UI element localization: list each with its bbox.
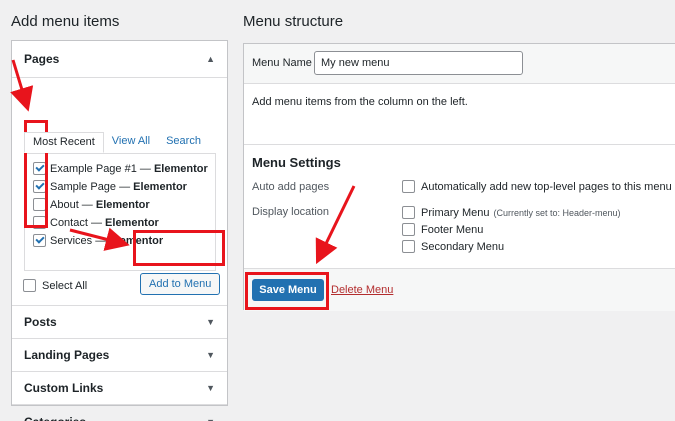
- add-to-menu-button[interactable]: Add to Menu: [140, 273, 221, 295]
- accordion-section-title: Custom Links: [24, 381, 104, 395]
- page-item-builder: Elementor: [133, 180, 187, 193]
- auto-add-pages-label: Auto add pages: [252, 181, 330, 193]
- pages-section-body: Most Recent View All Search Example Page…: [12, 78, 227, 306]
- accordion-section-title: Categories: [24, 415, 86, 421]
- menu-footer: Save Menu Delete Menu: [244, 268, 675, 311]
- collapse-arrow-icon[interactable]: ▲: [206, 54, 215, 64]
- display-location-label: Display location: [252, 206, 330, 218]
- page-item-checkbox[interactable]: [33, 162, 46, 175]
- menu-name-input[interactable]: [314, 51, 523, 75]
- auto-add-option[interactable]: Automatically add new top-level pages to…: [402, 180, 672, 193]
- page-item[interactable]: Contact — Elementor: [33, 216, 159, 229]
- menu-hint-text: Add menu items from the column on the le…: [252, 96, 468, 108]
- pages-tabs: Most Recent View All Search: [24, 132, 209, 153]
- pages-section-title: Pages: [24, 52, 60, 66]
- menu-settings-title: Menu Settings: [252, 155, 341, 170]
- expand-arrow-icon[interactable]: ▼: [206, 350, 215, 360]
- secondary-menu-label: Secondary Menu: [421, 240, 505, 253]
- page-item-label: About: [50, 198, 79, 211]
- secondary-menu-checkbox[interactable]: [402, 240, 415, 253]
- page-item-separator: —: [87, 216, 106, 229]
- tab-search[interactable]: Search: [158, 132, 209, 153]
- menu-name-label: Menu Name: [252, 57, 312, 69]
- page-item-label: Example Page #1: [50, 162, 137, 175]
- page-item-label: Services: [50, 234, 93, 247]
- expand-arrow-icon[interactable]: ▼: [206, 383, 215, 393]
- pages-section-header[interactable]: Pages ▲: [12, 41, 227, 78]
- page-item-checkbox[interactable]: [33, 180, 46, 193]
- page-item-builder: Elementor: [95, 198, 150, 211]
- footer-menu-checkbox[interactable]: [402, 223, 415, 236]
- accordion-section-header[interactable]: Landing Pages ▼: [12, 339, 227, 372]
- delete-menu-link[interactable]: Delete Menu: [331, 284, 393, 296]
- add-menu-items-heading: Add menu items: [11, 13, 120, 30]
- expand-arrow-icon[interactable]: ▼: [206, 417, 215, 421]
- add-menu-items-accordion: Pages ▲ Most Recent View All Search Exam…: [11, 40, 228, 421]
- footer-menu-label: Footer Menu: [421, 223, 484, 236]
- accordion-section-header[interactable]: Posts ▼: [12, 306, 227, 339]
- page-item-separator: —: [92, 234, 110, 247]
- page-item-label: Contact: [50, 216, 88, 229]
- primary-menu-checkbox[interactable]: [402, 206, 415, 219]
- select-all-label: Select All: [42, 279, 88, 292]
- page-item[interactable]: Services — Elementor: [33, 234, 163, 247]
- tab-view-all[interactable]: View All: [104, 132, 158, 153]
- page-item-builder: Elementor: [109, 234, 164, 247]
- auto-add-checkbox[interactable]: [402, 180, 415, 193]
- auto-add-option-label: Automatically add new top-level pages to…: [421, 180, 672, 193]
- location-primary-menu[interactable]: Primary Menu (Currently set to: Header-m…: [402, 206, 621, 219]
- page-item-separator: —: [78, 198, 96, 211]
- accordion-section-title: Posts: [24, 315, 57, 329]
- save-menu-button[interactable]: Save Menu: [252, 279, 324, 301]
- primary-menu-label: Primary Menu: [421, 206, 490, 219]
- page-item-checkbox[interactable]: [33, 198, 46, 211]
- location-footer-menu[interactable]: Footer Menu: [402, 223, 483, 236]
- select-all[interactable]: Select All: [23, 279, 87, 292]
- expand-arrow-icon[interactable]: ▼: [206, 317, 215, 327]
- primary-menu-note: (Currently set to: Header-menu): [493, 207, 621, 218]
- page-item[interactable]: Sample Page — Elementor: [33, 180, 187, 193]
- page-item[interactable]: About — Elementor: [33, 198, 150, 211]
- page-item-checkbox[interactable]: [33, 234, 46, 247]
- tab-most-recent[interactable]: Most Recent: [24, 132, 104, 153]
- accordion-section-header[interactable]: Custom Links ▼: [12, 372, 227, 405]
- page-item[interactable]: Example Page #1 — Elementor: [33, 162, 208, 175]
- page-item-separator: —: [136, 162, 154, 175]
- page-item-builder: Elementor: [153, 162, 208, 175]
- page-item-label: Sample Page: [50, 180, 117, 193]
- menu-name-row: Menu Name: [244, 44, 675, 84]
- menu-structure-panel: Menu Name Add menu items from the column…: [243, 43, 675, 311]
- menu-structure-heading: Menu structure: [243, 13, 344, 30]
- select-all-checkbox[interactable]: [23, 279, 36, 292]
- divider: [244, 144, 675, 145]
- accordion-section-title: Landing Pages: [24, 348, 110, 362]
- page-item-builder: Elementor: [105, 216, 159, 229]
- location-secondary-menu[interactable]: Secondary Menu: [402, 240, 504, 253]
- page-item-separator: —: [116, 180, 134, 193]
- accordion-section-header[interactable]: Categories ▼: [12, 405, 227, 421]
- page-item-checkbox[interactable]: [33, 216, 46, 229]
- most-recent-panel: Example Page #1 — Elementor Sample Page —…: [24, 153, 216, 271]
